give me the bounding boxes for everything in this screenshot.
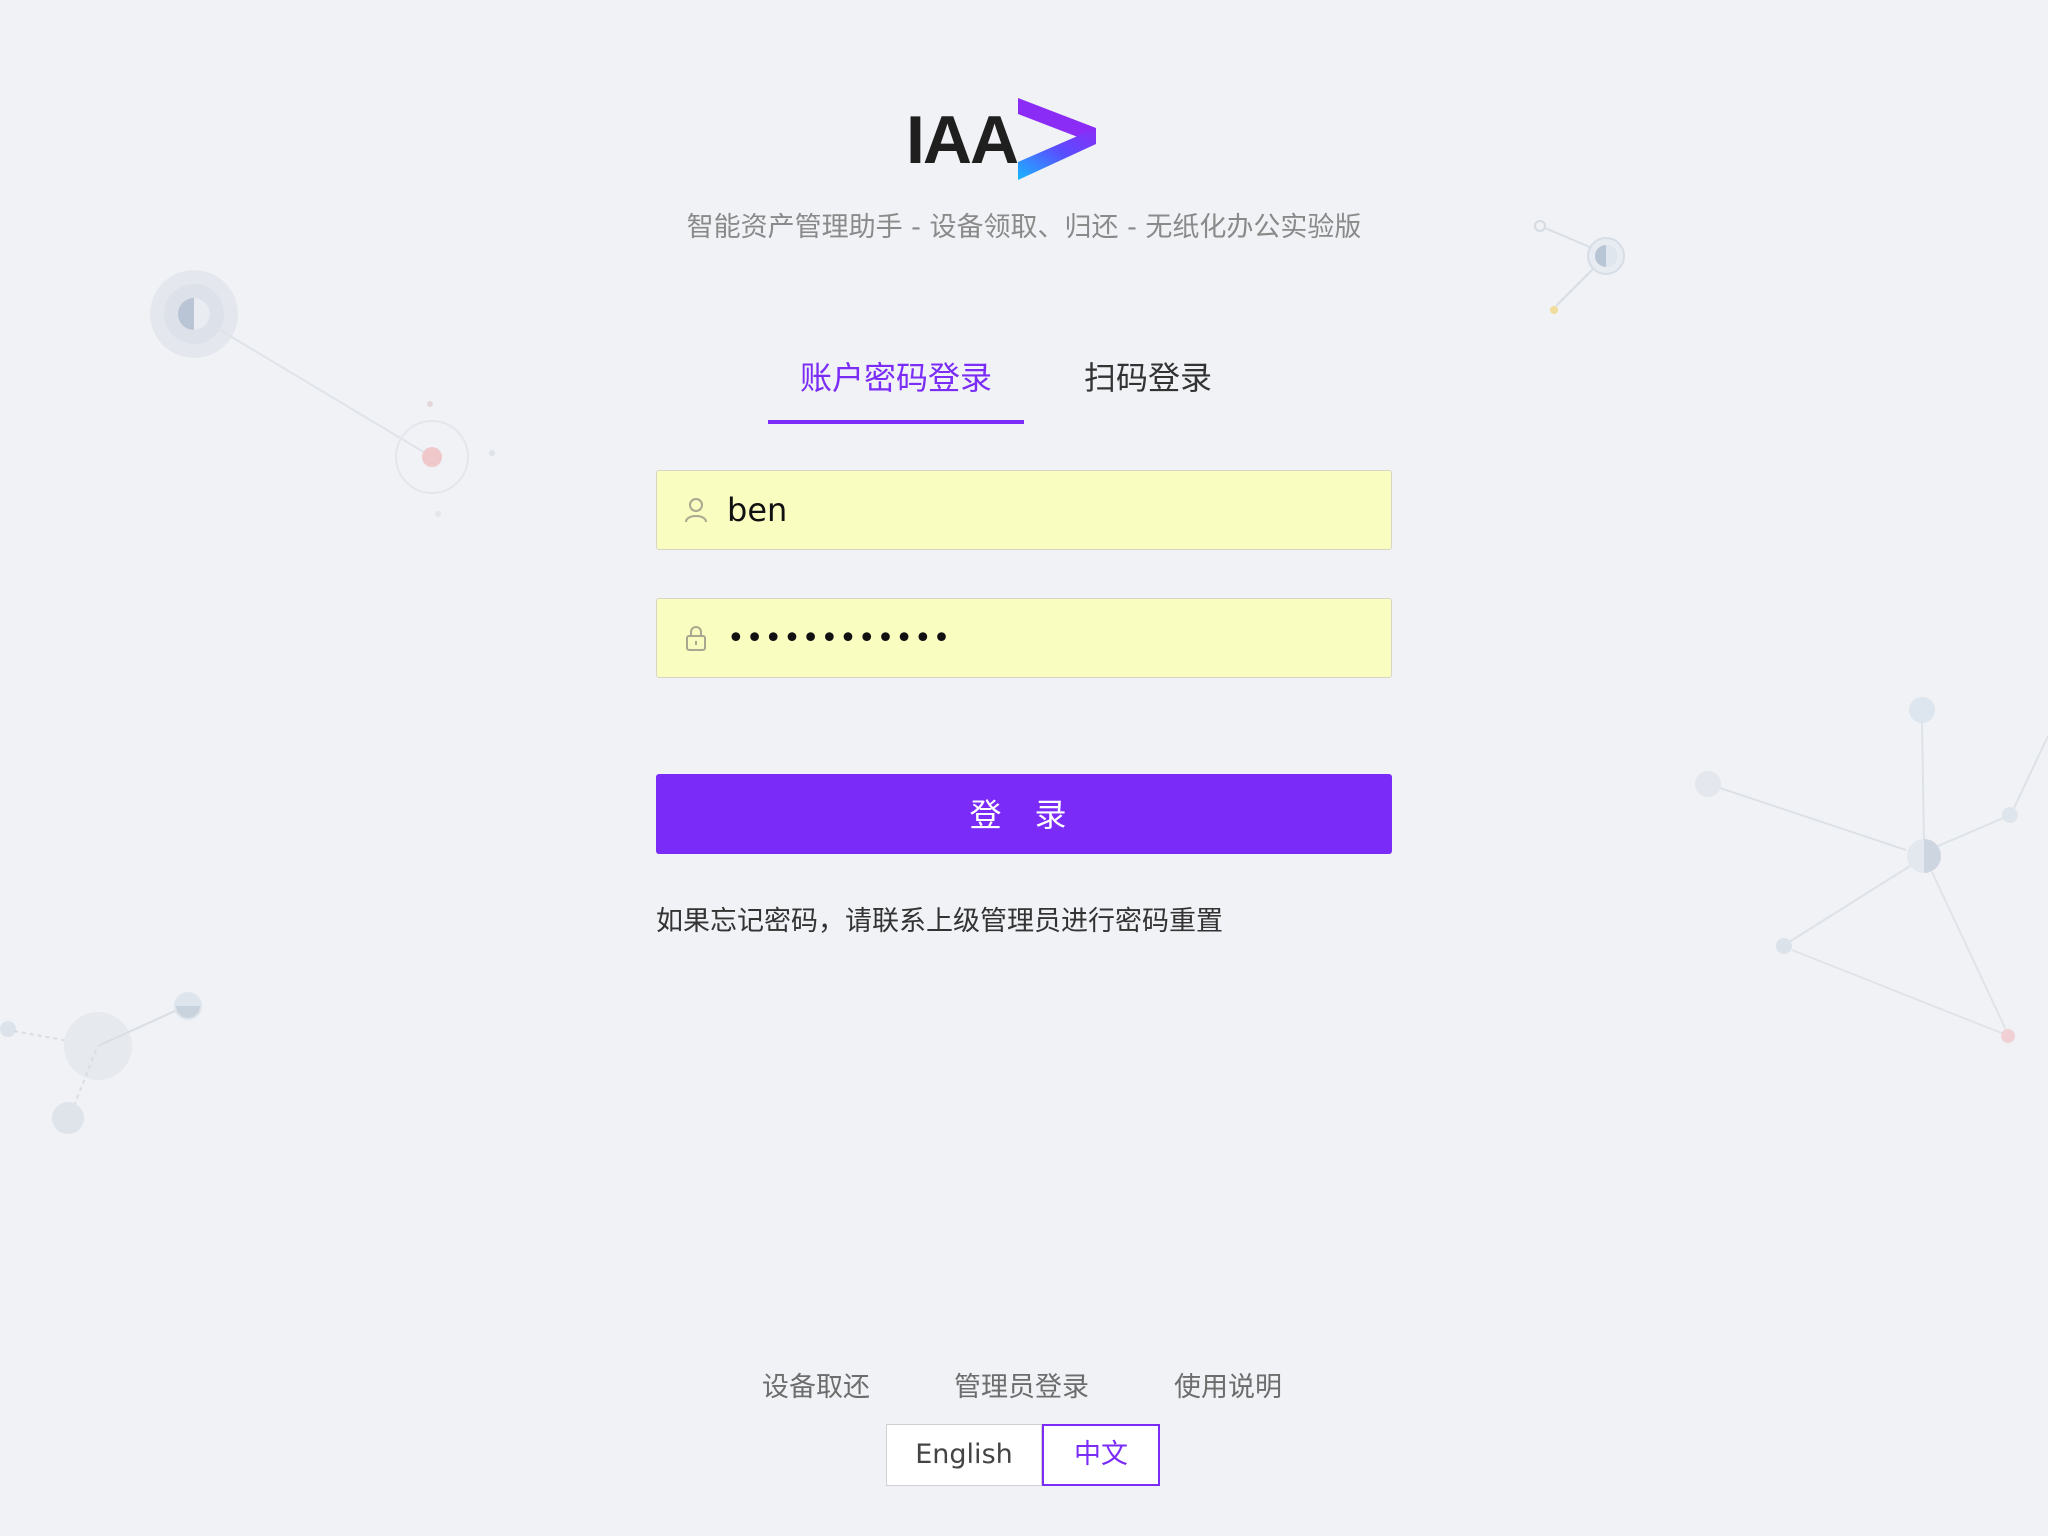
password-field[interactable] [656, 598, 1392, 678]
username-input[interactable] [727, 471, 1367, 549]
tab-account-password[interactable]: 账户密码登录 [768, 352, 1024, 424]
forgot-password-hint: 如果忘记密码，请联系上级管理员进行密码重置 [656, 906, 1223, 937]
footer-links: 设备取还 管理员登录 使用说明 [656, 1368, 1392, 1408]
language-chinese-button[interactable]: 中文 [1042, 1424, 1160, 1486]
language-english-button[interactable]: English [886, 1424, 1042, 1486]
app-subtitle: 智能资产管理助手 - 设备领取、归还 - 无纸化办公实验版 [686, 212, 1362, 243]
footer-link-device-pickup-return[interactable]: 设备取还 [762, 1368, 870, 1408]
login-page: IAA 智能资产管理助手 - 设备领取、归还 - 无纸化办公实验版 账户密码登录… [0, 0, 2048, 1536]
footer-link-admin-login[interactable]: 管理员登录 [954, 1368, 1089, 1408]
login-button[interactable]: 登 录 [656, 774, 1392, 854]
brand-logo: IAA [906, 98, 1116, 182]
arrow-logo-icon [1018, 98, 1096, 180]
username-field[interactable] [656, 470, 1392, 550]
footer-link-user-guide[interactable]: 使用说明 [1174, 1368, 1282, 1408]
logo-text: IAA [906, 102, 1019, 178]
lock-icon [686, 626, 706, 651]
login-tabs: 账户密码登录 扫码登录 [656, 352, 1392, 424]
user-icon [685, 498, 707, 523]
password-input[interactable] [727, 599, 1367, 677]
tab-qr-code[interactable]: 扫码登录 [1048, 352, 1248, 420]
